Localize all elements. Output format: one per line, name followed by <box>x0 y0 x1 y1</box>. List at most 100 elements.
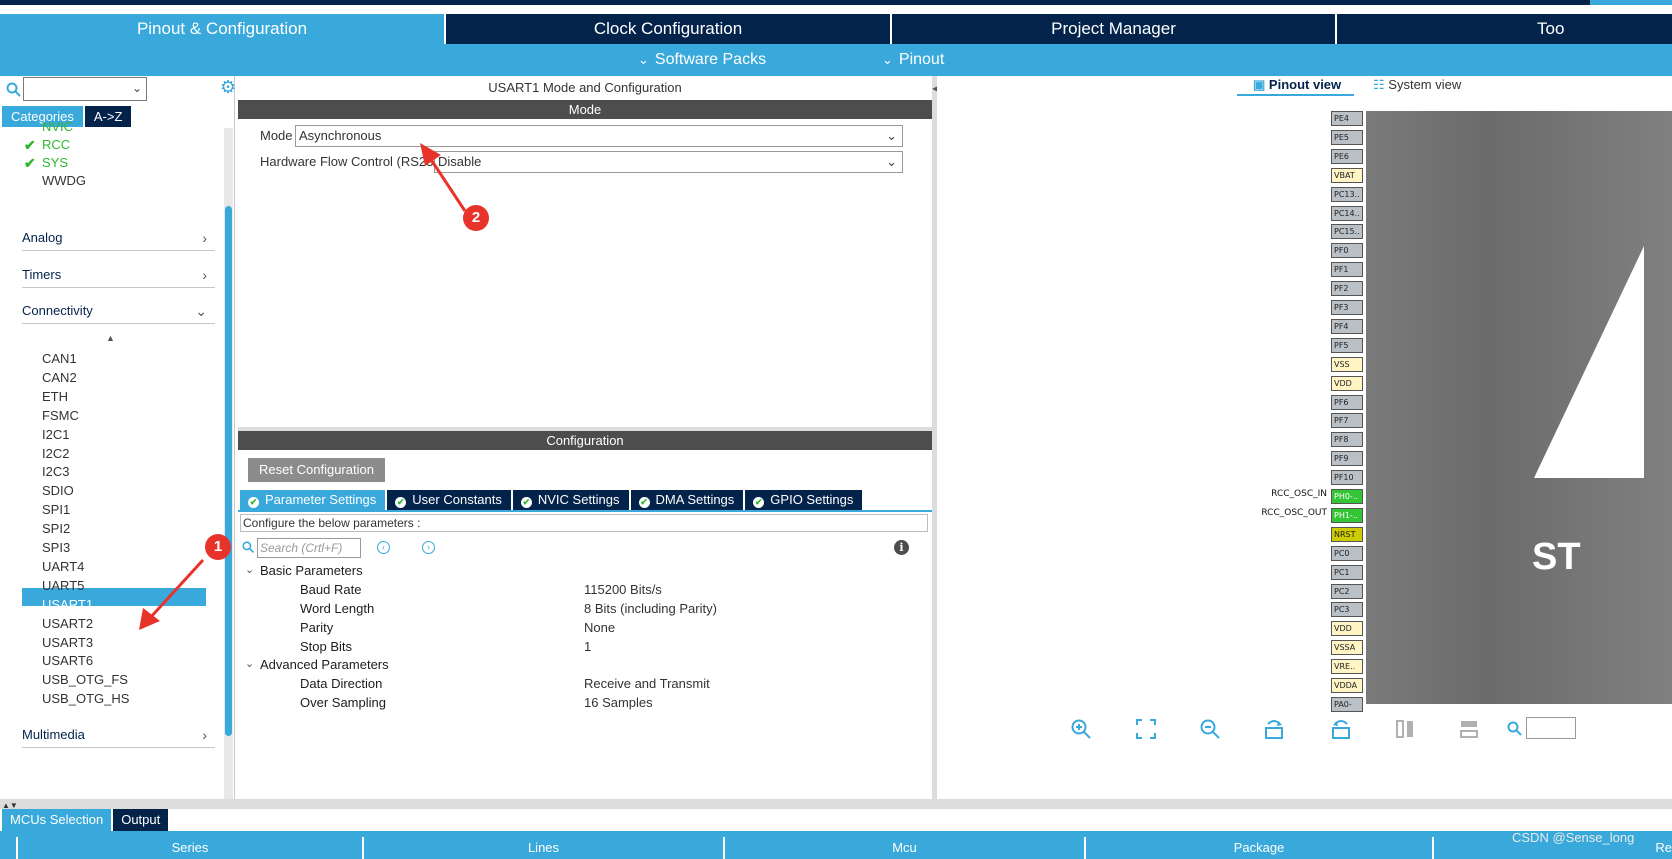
peripheral-spi1[interactable]: SPI1 <box>42 501 70 519</box>
pin[interactable]: PC3 <box>1331 602 1363 618</box>
rotate-right-icon[interactable] <box>1264 718 1286 740</box>
pin[interactable]: PF10 <box>1331 470 1363 486</box>
pin[interactable]: VDDA <box>1331 678 1363 693</box>
sort-icon[interactable]: ▲ <box>106 333 115 343</box>
peripheral-i2c3[interactable]: I2C3 <box>42 463 69 481</box>
tab-tools[interactable]: Too <box>1337 14 1672 44</box>
pin[interactable]: PC2 <box>1331 583 1363 599</box>
chevron-down-icon[interactable]: ⌄ <box>245 563 254 576</box>
pin[interactable]: PF2 <box>1331 281 1363 297</box>
pin[interactable]: PH0-.. <box>1331 489 1363 504</box>
gear-icon[interactable]: ⚙ <box>220 78 238 96</box>
category-analog[interactable]: Analog › <box>22 225 215 251</box>
pin[interactable]: PH1-.. <box>1331 507 1363 523</box>
next-arrow-icon[interactable]: › <box>422 541 435 554</box>
peripheral-wwdg[interactable]: WWDG <box>42 172 86 190</box>
flip-vertical-icon[interactable] <box>1394 718 1416 740</box>
tab-mcus-selection[interactable]: MCUs Selection <box>2 809 112 831</box>
tab-dma-settings[interactable]: ✔ DMA Settings <box>630 490 744 510</box>
column-mcu[interactable]: Mcu <box>723 837 1084 859</box>
pin[interactable]: PA0- <box>1331 696 1363 712</box>
pin[interactable]: NRST <box>1331 526 1363 542</box>
peripheral-sys[interactable]: SYS <box>42 154 68 172</box>
peripheral-usart3[interactable]: USART3 <box>42 634 93 652</box>
pin[interactable]: PC13.. <box>1331 186 1363 202</box>
peripheral-usart6[interactable]: USART6 <box>42 652 93 670</box>
peripheral-can1[interactable]: CAN1 <box>42 350 77 368</box>
tab-nvic-settings[interactable]: ✔ NVIC Settings <box>512 490 629 510</box>
param-value[interactable]: None <box>584 620 615 635</box>
pin[interactable]: PF4 <box>1331 318 1363 334</box>
peripheral-usb-otg-hs[interactable]: USB_OTG_HS <box>42 690 129 708</box>
hw-flow-select[interactable]: Disable ⌄ <box>434 151 903 173</box>
param-value[interactable]: 115200 Bits/s <box>584 582 662 597</box>
tab-project-manager[interactable]: Project Manager <box>892 14 1337 44</box>
pin[interactable]: PC1 <box>1331 564 1363 580</box>
pin[interactable]: PF1 <box>1331 262 1363 278</box>
peripheral-i2c2[interactable]: I2C2 <box>42 445 69 463</box>
column-lines[interactable]: Lines <box>362 837 723 859</box>
tab-parameter-settings[interactable]: ✔ Parameter Settings <box>240 490 386 510</box>
pin[interactable]: VRE.. <box>1331 659 1363 675</box>
pin[interactable]: VDD <box>1331 621 1363 637</box>
software-packs-menu[interactable]: ⌄ Software Packs <box>638 44 766 76</box>
pin[interactable]: VSS <box>1331 356 1363 372</box>
param-value[interactable]: 8 Bits (including Parity) <box>584 601 717 616</box>
param-value[interactable]: Receive and Transmit <box>584 676 710 691</box>
category-search-combo[interactable]: ⌄ <box>23 77 147 101</box>
previous-arrow-icon[interactable]: ‹ <box>377 541 390 554</box>
chevron-down-icon[interactable]: ⌄ <box>245 657 254 670</box>
search-icon[interactable] <box>6 82 22 98</box>
zoom-out-icon[interactable] <box>1199 718 1221 740</box>
fit-screen-icon[interactable] <box>1135 718 1157 740</box>
pin[interactable]: PC15.. <box>1331 224 1363 240</box>
peripheral-i2c1[interactable]: I2C1 <box>42 426 69 444</box>
pinout-menu[interactable]: ⌄ Pinout <box>882 44 944 76</box>
param-value[interactable]: 1 <box>584 639 591 654</box>
mode-select[interactable]: Asynchronous ⌄ <box>295 125 903 147</box>
pin[interactable]: PF9 <box>1331 451 1363 467</box>
peripheral-can2[interactable]: CAN2 <box>42 369 77 387</box>
reset-configuration-button[interactable]: Reset Configuration <box>248 458 385 482</box>
peripheral-spi3[interactable]: SPI3 <box>42 539 70 557</box>
info-icon[interactable]: i <box>894 540 909 555</box>
flip-horizontal-icon[interactable] <box>1458 718 1480 740</box>
pin[interactable]: PC0 <box>1331 545 1363 561</box>
peripheral-rcc[interactable]: RCC <box>42 136 70 154</box>
tab-output[interactable]: Output <box>113 809 169 831</box>
peripheral-eth[interactable]: ETH <box>42 388 68 406</box>
peripheral-spi2[interactable]: SPI2 <box>42 520 70 538</box>
parameter-search-input[interactable]: Search (Crtl+F) <box>257 538 361 558</box>
pin[interactable]: PF7 <box>1331 413 1363 429</box>
pin-search-input[interactable] <box>1526 717 1576 739</box>
pin[interactable]: PF0 <box>1331 243 1363 259</box>
column-series[interactable]: Series <box>16 837 362 859</box>
pin[interactable]: VSSA <box>1331 640 1363 656</box>
peripheral-usart2[interactable]: USART2 <box>42 615 93 633</box>
tab-user-constants[interactable]: ✔ User Constants <box>387 490 511 510</box>
pin[interactable]: PE4 <box>1331 111 1363 126</box>
peripheral-usb-otg-fs[interactable]: USB_OTG_FS <box>42 671 128 689</box>
tab-clock-configuration[interactable]: Clock Configuration <box>446 14 892 44</box>
tab-pinout-configuration[interactable]: Pinout & Configuration <box>0 14 446 44</box>
column-package[interactable]: Package <box>1084 837 1432 859</box>
peripheral-sdio[interactable]: SDIO <box>42 482 74 500</box>
pin[interactable]: PF3 <box>1331 300 1363 315</box>
category-connectivity[interactable]: Connectivity ⌄ <box>22 298 215 324</box>
category-multimedia[interactable]: Multimedia › <box>22 722 215 748</box>
tab-a-to-z[interactable]: A->Z <box>84 106 132 127</box>
advanced-parameters-group[interactable]: Advanced Parameters <box>260 657 389 672</box>
peripheral-uart4[interactable]: UART4 <box>42 558 84 576</box>
peripheral-uart5[interactable]: UART5 <box>42 577 84 595</box>
basic-parameters-group[interactable]: Basic Parameters <box>260 563 363 578</box>
tab-gpio-settings[interactable]: ✔ GPIO Settings <box>745 490 863 510</box>
pin[interactable]: PF8 <box>1331 432 1363 448</box>
category-timers[interactable]: Timers › <box>22 262 215 288</box>
pin[interactable]: PF6 <box>1331 394 1363 410</box>
rotate-left-icon[interactable] <box>1329 718 1351 740</box>
zoom-in-icon[interactable] <box>1070 718 1092 740</box>
pin[interactable]: VBAT <box>1331 167 1363 183</box>
peripheral-usart1[interactable]: USART1 <box>42 596 93 614</box>
left-scrollbar-thumb[interactable] <box>225 206 232 736</box>
peripheral-fsmc[interactable]: FSMC <box>42 407 79 425</box>
